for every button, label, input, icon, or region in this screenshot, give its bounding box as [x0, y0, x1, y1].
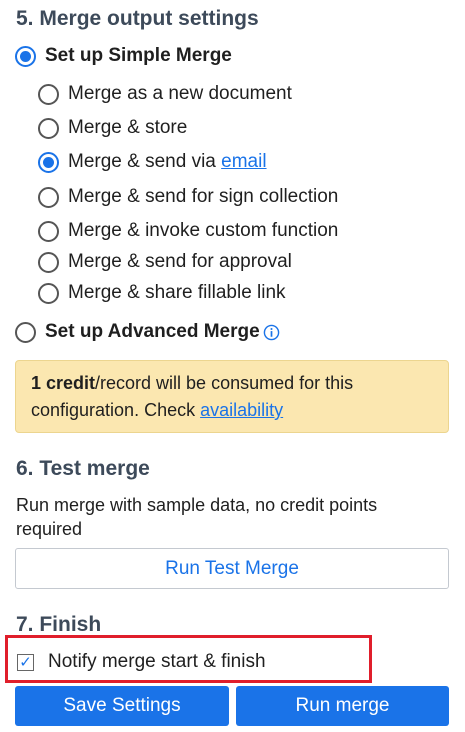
radio-button-icon[interactable]: [38, 220, 59, 242]
radio-label: Merge & store: [68, 117, 188, 138]
radio-merge-store[interactable]: Merge & store: [38, 117, 187, 139]
radio-label: Set up Advanced Merge: [45, 321, 260, 342]
radio-label: Merge & send via: [68, 151, 222, 172]
credit-amount: 1 credit: [31, 373, 96, 393]
radio-label: Merge & send for sign collection: [68, 186, 339, 207]
radio-advanced-merge[interactable]: Set up Advanced Merge: [15, 321, 280, 343]
email-link[interactable]: email: [221, 151, 266, 173]
checkbox-icon[interactable]: ✓: [17, 653, 34, 671]
section-5-title: 5. Merge output settings: [16, 7, 259, 30]
radio-button-icon[interactable]: [15, 45, 36, 67]
section-7-title: 7. Finish: [16, 613, 102, 636]
radio-button-icon[interactable]: [38, 83, 59, 105]
radio-merge-sign-collection[interactable]: Merge & send for sign collection: [38, 186, 338, 208]
radio-merge-new-document[interactable]: Merge as a new document: [38, 83, 292, 105]
info-icon[interactable]: [263, 324, 280, 341]
test-merge-description: Run merge with sample data, no credit po…: [16, 495, 378, 539]
radio-label: Merge & send for approval: [68, 251, 292, 272]
radio-button-icon[interactable]: [38, 186, 59, 208]
notify-label: Notify merge start & finish: [48, 651, 266, 672]
credit-notice: 1 credit/record will be consumed for thi…: [15, 360, 449, 433]
run-test-merge-button[interactable]: Run Test Merge: [15, 548, 449, 589]
run-merge-button[interactable]: Run merge: [236, 686, 449, 726]
radio-merge-send-email[interactable]: Merge & send via email: [38, 151, 267, 173]
radio-merge-fillable-link[interactable]: Merge & share fillable link: [38, 282, 286, 304]
radio-button-icon[interactable]: [38, 151, 59, 173]
radio-button-icon[interactable]: [38, 117, 59, 139]
radio-label: Merge & invoke custom function: [68, 220, 339, 241]
radio-label: Merge as a new document: [68, 83, 292, 104]
radio-merge-approval[interactable]: Merge & send for approval: [38, 251, 292, 273]
save-settings-button[interactable]: Save Settings: [15, 686, 229, 726]
section-6-title: 6. Test merge: [16, 457, 150, 480]
radio-button-icon[interactable]: [15, 321, 36, 343]
radio-button-icon[interactable]: [38, 282, 59, 304]
radio-label: Merge & share fillable link: [68, 282, 286, 303]
notify-checkbox-row[interactable]: ✓ Notify merge start & finish: [17, 651, 266, 673]
radio-simple-merge[interactable]: Set up Simple Merge: [15, 45, 232, 67]
availability-link[interactable]: availability: [200, 400, 283, 420]
radio-merge-custom-function[interactable]: Merge & invoke custom function: [38, 220, 338, 242]
radio-label: Set up Simple Merge: [45, 45, 232, 66]
radio-button-icon[interactable]: [38, 251, 59, 273]
